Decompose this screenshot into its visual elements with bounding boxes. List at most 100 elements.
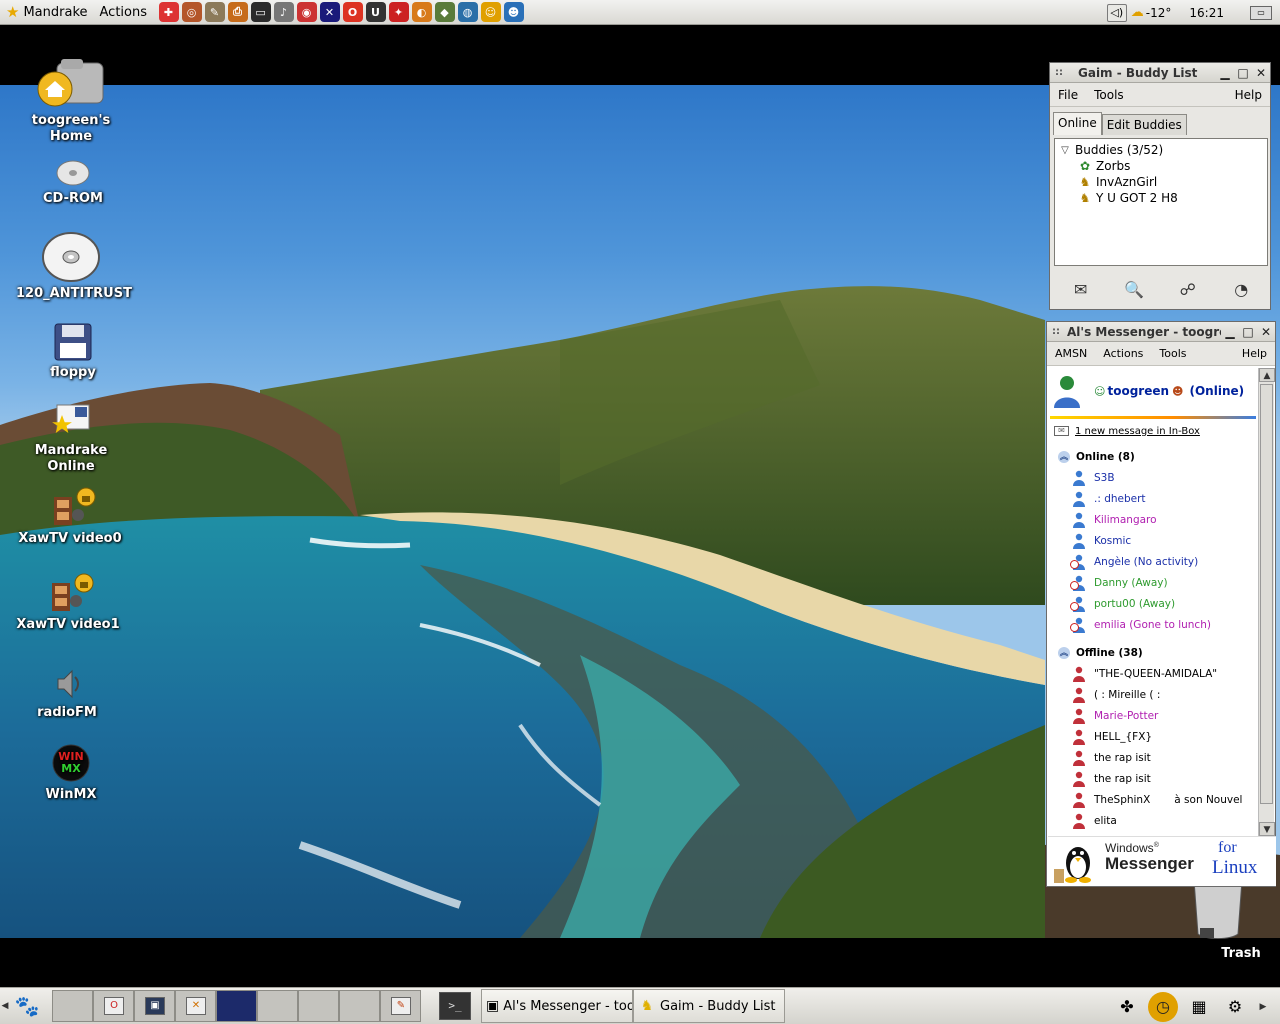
close-icon[interactable]: ✕ (1252, 64, 1270, 82)
gaim-menu-file[interactable]: File (1050, 88, 1086, 102)
amsn-menu-help[interactable]: Help (1234, 347, 1275, 360)
amsn-menu-amsn[interactable]: AMSN (1047, 347, 1095, 360)
buddy-group-row[interactable]: ▽ Buddies (3/52) (1055, 142, 1267, 158)
contact-row[interactable]: Angèle (No activity) (1048, 551, 1258, 572)
tab-online[interactable]: Online (1053, 112, 1102, 135)
tab-edit-buddies[interactable]: Edit Buddies (1101, 114, 1187, 135)
contact-row[interactable]: Kilimangaro (1048, 509, 1258, 530)
minimize-icon[interactable]: ▁ (1221, 323, 1239, 341)
workspace-8[interactable] (339, 990, 380, 1022)
inbox-row[interactable]: ✉ 1 new message in In-Box (1048, 421, 1258, 441)
buddy-row[interactable]: ♞ InvAznGirl (1055, 174, 1267, 190)
contact-row[interactable]: portu00 (Away) (1048, 593, 1258, 614)
scroll-up-icon[interactable]: ▲ (1259, 368, 1275, 382)
gimp-launcher-icon[interactable]: ✎ (204, 2, 225, 22)
group-online[interactable]: ︽ Online (8) (1048, 447, 1258, 467)
workspace-2[interactable]: O (93, 990, 134, 1022)
workspace-6[interactable] (257, 990, 298, 1022)
desktop-icon-mandrake-online[interactable]: Mandrake Online (16, 403, 126, 475)
desktop-icon-winmx[interactable]: WIN MX WinMX (16, 743, 126, 803)
window-menu-icon[interactable]: :: (1047, 326, 1065, 337)
eye-launcher-icon[interactable]: ◐ (411, 2, 432, 22)
user2-launcher-icon[interactable]: ☻ (503, 2, 524, 22)
workspace-1[interactable] (52, 990, 93, 1022)
contact-list-scrollbar[interactable]: ▲ ▼ (1258, 368, 1275, 836)
minimize-icon[interactable]: ▁ (1216, 64, 1234, 82)
get-info-icon[interactable]: 🔍 (1120, 275, 1148, 303)
collapse-icon[interactable]: ︽ (1058, 647, 1070, 659)
contact-row[interactable]: S3B (1048, 467, 1258, 488)
workspace-7[interactable] (298, 990, 339, 1022)
desktop-icon-radiofm[interactable]: radioFM (12, 667, 122, 721)
away-icon[interactable]: ◔ (1227, 275, 1255, 303)
scroll-down-icon[interactable]: ▼ (1259, 822, 1275, 836)
clock[interactable]: 16:21 (1189, 6, 1224, 20)
workspace-9[interactable]: ✎ (380, 990, 421, 1022)
printer-launcher-icon[interactable]: ⎙ (227, 2, 248, 22)
contact-row[interactable]: the rap isit (1048, 768, 1258, 789)
taskbar-button-gaim[interactable]: ♞ Gaim - Buddy List (633, 989, 785, 1023)
expander-icon[interactable]: ▽ (1055, 145, 1075, 156)
desktop-icon-cd-disc[interactable]: 120_ANTITRUST (16, 230, 132, 302)
contact-row[interactable]: emilia (Gone to lunch) (1048, 614, 1258, 635)
maximize-icon[interactable]: □ (1234, 64, 1252, 82)
keyboard-icon[interactable]: ▭ (1250, 5, 1272, 20)
desktop-icon-xawtv1[interactable]: XawTV video1 (13, 573, 123, 633)
workspace-4[interactable]: ✕ (175, 990, 216, 1022)
globe-launcher-icon[interactable]: ◍ (457, 2, 478, 22)
window-menu-icon[interactable]: :: (1050, 67, 1068, 78)
gaim-menu-help[interactable]: Help (1227, 88, 1270, 102)
contact-row[interactable]: Marie-Potter (1048, 705, 1258, 726)
my-status-row[interactable]: ☺ toogreen ☻ (Online) (1048, 368, 1258, 414)
volume-icon[interactable]: ◁) (1106, 3, 1127, 22)
buddy-row[interactable]: ✿ Zorbs (1055, 158, 1267, 174)
browser-launcher-icon[interactable]: ◆ (434, 2, 455, 22)
mms-launcher-icon[interactable]: ✕ (319, 2, 340, 22)
tray-clock-icon[interactable]: ◷ (1148, 991, 1178, 1022)
panel-hide-right-icon[interactable]: ▶ (1258, 1002, 1268, 1012)
gnome-foot-icon[interactable]: 🐾 (10, 989, 44, 1023)
amsn-menu-actions[interactable]: Actions (1095, 347, 1151, 360)
windows-messenger-linux-banner[interactable]: Windows® Messenger for Linux (1048, 836, 1276, 886)
chat-icon[interactable]: ☍ (1174, 275, 1202, 303)
user-launcher-icon[interactable]: ☺ (480, 2, 501, 22)
tray-flower-icon[interactable]: ✤ (1112, 992, 1142, 1022)
contact-row[interactable]: Danny (Away) (1048, 572, 1258, 593)
inbox-link[interactable]: 1 new message in In-Box (1075, 426, 1200, 437)
collapse-icon[interactable]: ︽ (1058, 451, 1070, 463)
redhat-launcher-icon[interactable]: ✦ (388, 2, 409, 22)
contact-row[interactable]: "THE-QUEEN-AMIDALA" (1048, 663, 1258, 684)
desktop-icon-cdrom[interactable]: CD-ROM (18, 157, 128, 207)
terminal-icon[interactable]: >_ (439, 992, 471, 1020)
workspace-3[interactable]: ▣ (134, 990, 175, 1022)
maximize-icon[interactable]: □ (1239, 323, 1257, 341)
scroll-thumb[interactable] (1260, 384, 1273, 804)
terminal-launcher-icon[interactable]: ▭ (250, 2, 271, 22)
amsn-menu-tools[interactable]: Tools (1151, 347, 1194, 360)
workspace-5[interactable] (216, 990, 257, 1022)
buddy-row[interactable]: ♞ Y U GOT 2 H8 (1055, 190, 1267, 206)
gaim-titlebar[interactable]: :: Gaim - Buddy List ▁ □ ✕ (1050, 63, 1270, 83)
contact-row[interactable]: TheSphinX à son Nouvel (1048, 789, 1258, 810)
close-icon[interactable]: ✕ (1257, 323, 1275, 341)
desktop-icon-home[interactable]: toogreen's Home (16, 55, 126, 145)
panel-hide-left-icon[interactable]: ◀ (0, 1001, 10, 1011)
taskbar-button-amsn[interactable]: ▣ Al's Messenger - toogr (481, 989, 633, 1023)
contact-row[interactable]: .: dhebert (1048, 488, 1258, 509)
desktop-icon-floppy[interactable]: floppy (18, 323, 128, 381)
cd-player-launcher-icon[interactable]: ◉ (296, 2, 317, 22)
contact-row[interactable]: ( : Mireille ( : (1048, 684, 1258, 705)
contact-row[interactable]: the rap isit (1048, 747, 1258, 768)
kde-launcher-icon[interactable]: ◎ (181, 2, 202, 22)
gaim-menu-tools[interactable]: Tools (1086, 88, 1132, 102)
my-name[interactable]: toogreen (1107, 384, 1169, 398)
sound-launcher-icon[interactable]: ♪ (273, 2, 294, 22)
send-im-icon[interactable]: ✉ (1067, 275, 1095, 303)
contact-row[interactable]: Kosmic (1048, 530, 1258, 551)
tray-calculator-icon[interactable]: ▦ (1184, 992, 1214, 1022)
my-status[interactable]: (Online) (1190, 384, 1245, 398)
tray-wrench-icon[interactable]: ⚙ (1220, 992, 1250, 1022)
weather-temp[interactable]: -12° (1146, 6, 1172, 20)
mandrake-menu[interactable]: ★ Mandrake (0, 0, 94, 25)
contact-row[interactable]: HELL_{FX} (1048, 726, 1258, 747)
